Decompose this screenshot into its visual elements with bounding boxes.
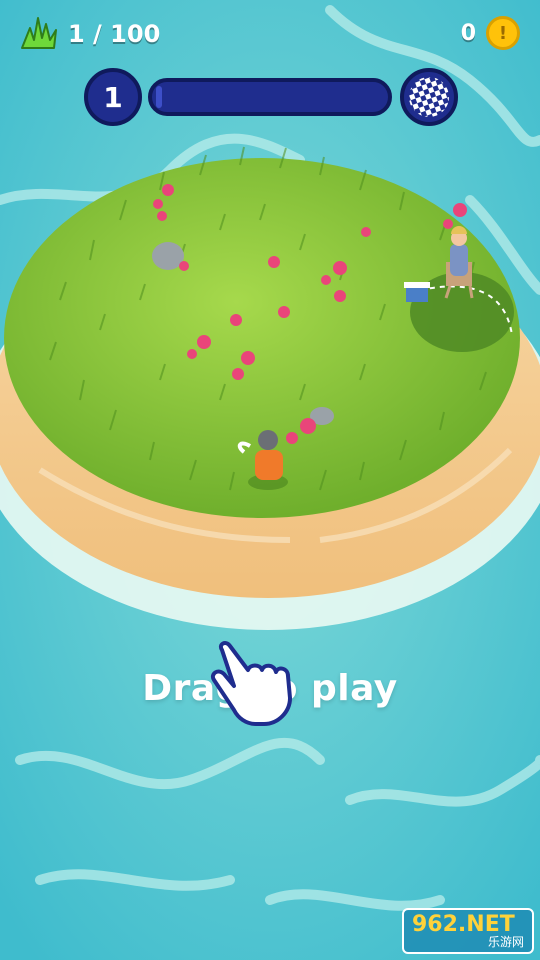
- grass-icon: [20, 14, 60, 54]
- level-number: 1: [103, 80, 123, 114]
- level-progress-bar: [148, 78, 392, 116]
- watermark-sub-text: 乐游网: [487, 935, 524, 949]
- site-watermark: 962.NET 乐游网: [402, 908, 534, 954]
- cooler-box: [404, 282, 430, 302]
- grass-counter: 1 / 100: [20, 14, 160, 54]
- coin-symbol: !: [498, 22, 508, 44]
- grass-count-label: 1 / 100: [68, 20, 161, 48]
- coin-icon: !: [486, 16, 520, 50]
- level-progress-row: 1: [84, 68, 458, 128]
- checkered-flag-icon: [400, 68, 458, 126]
- current-level-badge: 1: [84, 68, 142, 126]
- coin-counter: 0 !: [461, 16, 520, 50]
- game-scene[interactable]: [0, 0, 540, 960]
- level-progress-fill: [156, 86, 162, 108]
- top-hud: 1 / 100 0 ! 1: [0, 0, 540, 140]
- pointing-hand-icon: [208, 640, 300, 734]
- coin-count-label: 0: [460, 20, 476, 46]
